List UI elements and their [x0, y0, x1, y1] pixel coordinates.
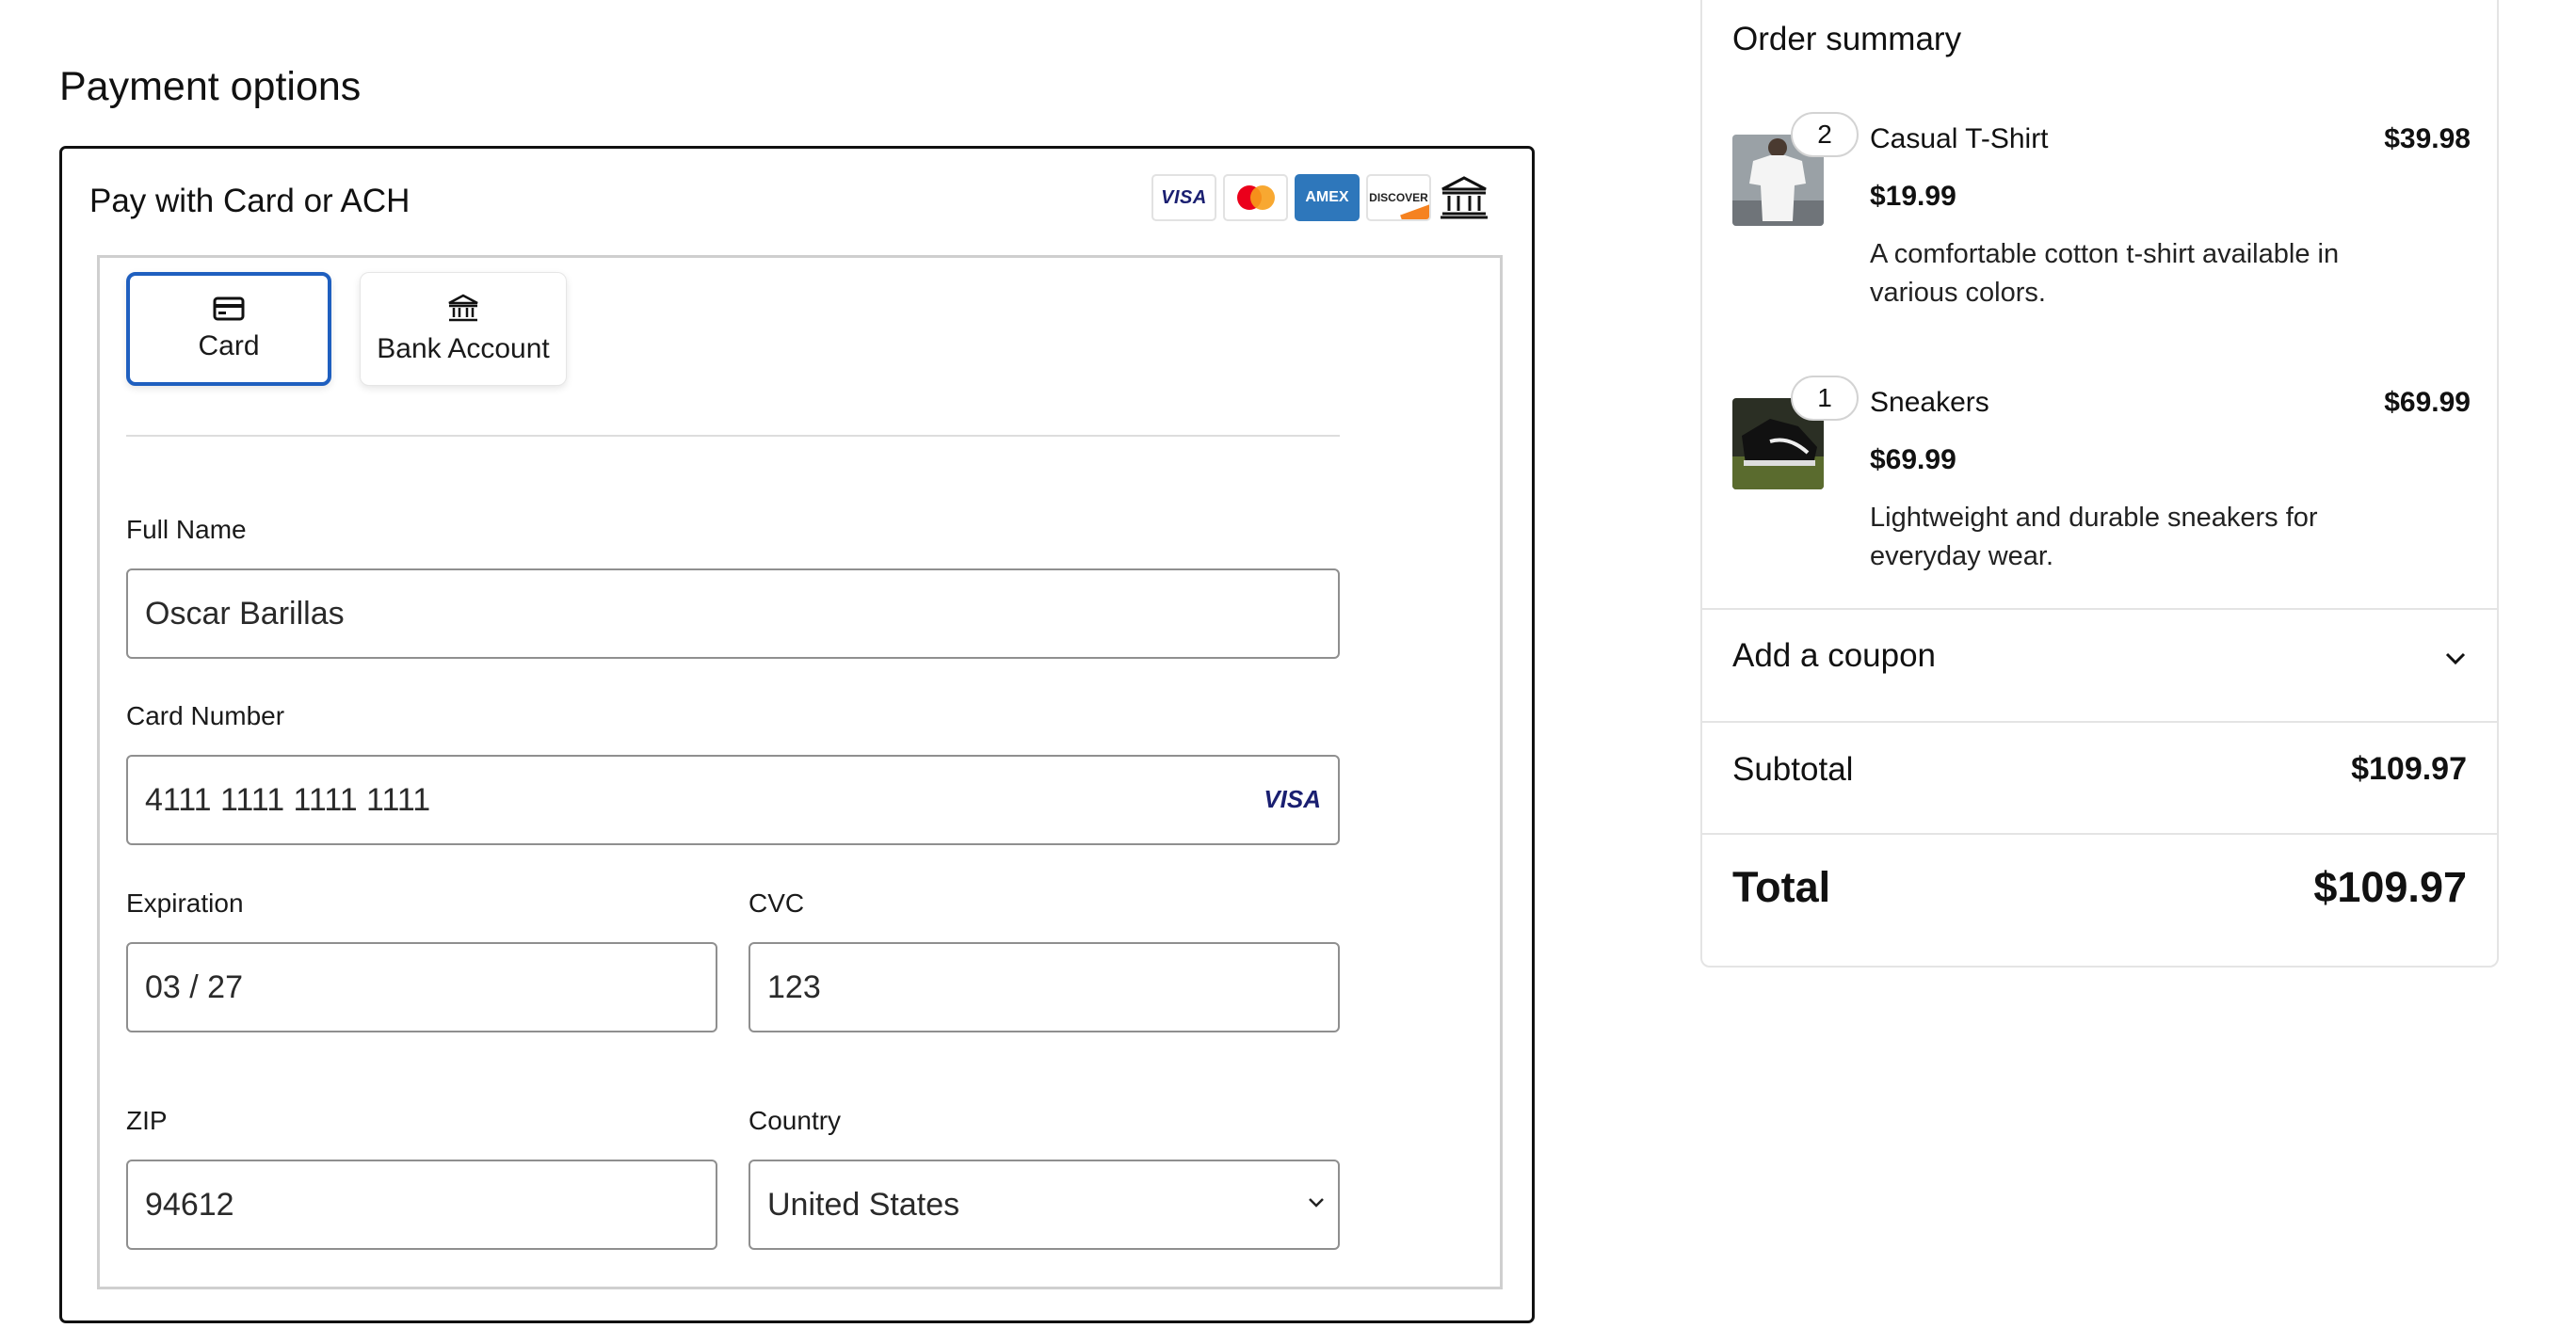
card-number-label: Card Number [126, 701, 285, 730]
summary-divider [1702, 608, 2497, 610]
total-value: $109.97 [2313, 863, 2467, 911]
payment-element-frame: Card Bank Account Full Name Oscar Barill… [97, 255, 1503, 1289]
chevron-down-icon[interactable] [2444, 651, 2467, 666]
visa-logo-icon: VISA [1151, 174, 1216, 221]
zip-label: ZIP [126, 1106, 168, 1135]
chevron-down-icon [1309, 1198, 1324, 1208]
amex-logo-icon: AMEX [1295, 174, 1360, 221]
payment-method-tabs: Card Bank Account [126, 272, 567, 386]
add-coupon-toggle[interactable]: Add a coupon [1732, 637, 2471, 675]
summary-divider [1702, 721, 2497, 723]
country-select[interactable]: United States [749, 1160, 1340, 1250]
tab-bank-account[interactable]: Bank Account [360, 272, 567, 386]
page-title: Payment options [59, 64, 362, 109]
credit-card-icon [213, 296, 245, 320]
tab-card-label: Card [198, 329, 260, 361]
item-name: Sneakers [1870, 387, 1989, 418]
discover-logo-icon: DISCOVER [1366, 174, 1431, 221]
full-name-label: Full Name [126, 515, 247, 544]
item-description: Lightweight and durable sneakers for eve… [1870, 503, 2318, 571]
list-item: 2 Casual T-Shirt $39.98 $19.99 A comfort… [1732, 112, 2471, 319]
subtotal-value: $109.97 [2351, 751, 2467, 787]
country-value: United States [767, 1186, 960, 1223]
item-price: $19.99 [1870, 181, 1956, 212]
tabs-divider [126, 435, 1340, 437]
summary-divider [1702, 833, 2497, 835]
bank-logo-icon [1438, 174, 1490, 221]
list-item: 1 Sneakers $69.99 $69.99 Lightweight and… [1732, 376, 2471, 583]
mastercard-logo-icon [1223, 174, 1288, 221]
payment-box-title: Pay with Card or ACH [89, 183, 411, 219]
card-number-input[interactable]: 4111 1111 1111 1111 VISA [126, 755, 1340, 845]
full-name-input[interactable]: Oscar Barillas [126, 568, 1340, 659]
expiration-label: Expiration [126, 888, 244, 918]
visa-inline-icon: VISA [1264, 785, 1321, 813]
total-label: Total [1732, 863, 1831, 911]
accepted-brands: VISA AMEX DISCOVER [1151, 174, 1490, 221]
order-summary: Order summary 2 Casual T-Shirt $39.98 $1… [1700, 0, 2499, 968]
order-summary-title: Order summary [1732, 21, 1962, 57]
payment-box: Pay with Card or ACH VISA AMEX DISCOVER [59, 146, 1535, 1323]
card-number-value: 4111 1111 1111 1111 [145, 781, 431, 818]
item-total: $69.99 [2384, 387, 2471, 418]
item-name: Casual T-Shirt [1870, 123, 2049, 154]
zip-input[interactable]: 94612 [126, 1160, 717, 1250]
item-total: $39.98 [2384, 123, 2471, 154]
quantity-badge: 2 [1791, 112, 1859, 157]
cvc-input[interactable]: 123 [749, 942, 1340, 1032]
cvc-label: CVC [749, 888, 805, 918]
country-label: Country [749, 1106, 842, 1135]
bank-icon [448, 294, 478, 321]
item-description: A comfortable cotton t-shirt available i… [1870, 239, 2340, 308]
tab-card[interactable]: Card [126, 272, 331, 386]
subtotal-label: Subtotal [1732, 751, 1854, 788]
quantity-badge: 1 [1791, 376, 1859, 421]
item-price: $69.99 [1870, 444, 1956, 475]
tab-bank-account-label: Bank Account [377, 332, 550, 364]
expiration-input[interactable]: 03 / 27 [126, 942, 717, 1032]
